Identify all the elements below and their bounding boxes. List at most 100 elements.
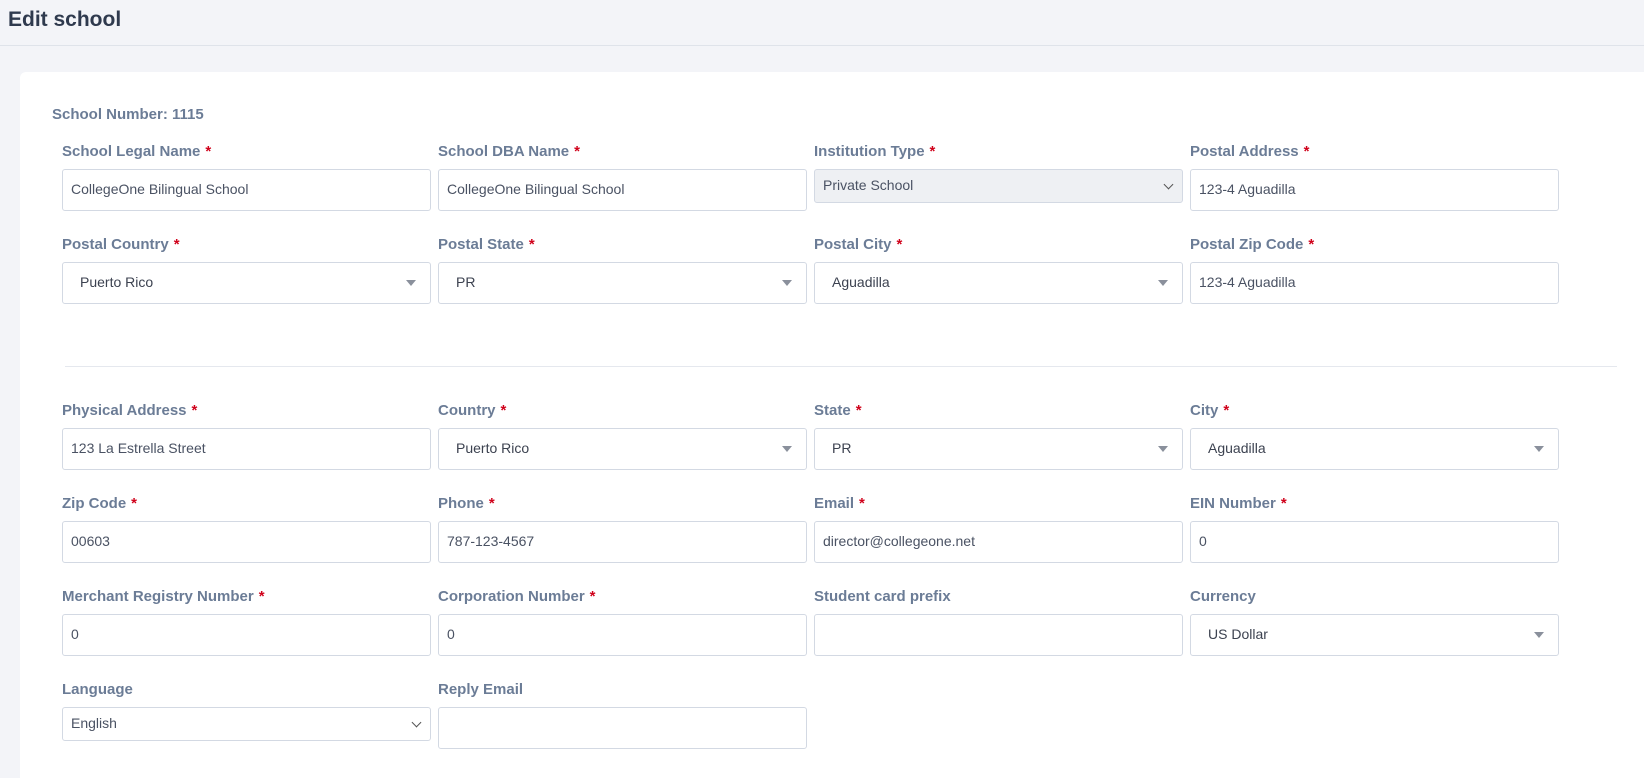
dropdown-arrow-icon[interactable] [1534,632,1544,638]
institution-type-label-text: Institution Type [814,143,925,160]
school-dba-name-label-text: School DBA Name [438,143,570,160]
ein-number-input[interactable]: 0 [1190,521,1559,563]
zip-code-field-group: Zip Code * 00603 [62,494,431,563]
postal-city-dropdown[interactable]: Aguadilla [814,262,1183,304]
zip-code-input[interactable]: 00603 [62,521,431,563]
zip-code-label-text: Zip Code [62,495,127,512]
postal-address-label: Postal Address * [1190,142,1559,162]
required-asterisk: * [500,402,507,419]
state-dropdown[interactable]: PR [814,428,1183,470]
postal-address-value: 123-4 Aguadilla [1199,181,1296,197]
school-dba-name-field-group: School DBA Name * CollegeOne Bilingual Sch… [438,142,807,211]
postal-country-field-group: Postal Country * Puerto Rico [62,235,431,304]
postal-state-value: PR [456,274,476,290]
city-field-group: City * Aguadilla [1190,401,1559,470]
chevron-down-icon [411,717,422,728]
currency-value: US Dollar [1208,626,1268,642]
reply-email-label-text: Reply Email [438,681,524,698]
chevron-down-icon [1163,179,1174,190]
postal-city-value: Aguadilla [832,274,890,290]
required-asterisk: * [528,236,535,253]
state-value: PR [832,440,852,456]
student-card-prefix-label-text: Student card prefix [814,588,951,605]
required-asterisk: * [855,402,862,419]
language-label: Language [62,680,431,700]
state-label: State * [814,401,1183,421]
ein-number-value: 0 [1199,533,1207,549]
language-select[interactable]: English [62,707,431,741]
dropdown-arrow-icon[interactable] [406,280,416,286]
state-label-text: State [814,402,851,419]
merchant-registry-number-value: 0 [71,626,79,642]
school-dba-name-value: CollegeOne Bilingual School [447,181,625,197]
postal-state-dropdown[interactable]: PR [438,262,807,304]
language-value: English [71,715,117,731]
dropdown-arrow-icon[interactable] [1534,446,1544,452]
reply-email-input[interactable] [438,707,807,749]
postal-city-field-group: Postal City * Aguadilla [814,235,1183,304]
postal-zip-code-value: 123-4 Aguadilla [1199,274,1296,290]
dropdown-arrow-icon[interactable] [1158,280,1168,286]
country-dropdown[interactable]: Puerto Rico [438,428,807,470]
country-label: Country * [438,401,807,421]
city-value: Aguadilla [1208,440,1266,456]
postal-address-input[interactable]: 123-4 Aguadilla [1190,169,1559,211]
email-input[interactable]: director@collegeone.net [814,521,1183,563]
corporation-number-input[interactable]: 0 [438,614,807,656]
institution-type-select: Private School [814,169,1183,203]
required-asterisk: * [173,236,180,253]
required-asterisk: * [1223,402,1230,419]
required-asterisk: * [574,143,580,160]
language-label-text: Language [62,681,133,698]
merchant-registry-number-label: Merchant Registry Number * [62,587,431,607]
email-label-text: Email [814,495,855,512]
school-legal-name-value: CollegeOne Bilingual School [71,181,249,197]
required-asterisk: * [929,143,936,160]
institution-type-value: Private School [823,177,914,193]
phone-input[interactable]: 787-123-4567 [438,521,807,563]
school-dba-name-label: School DBA Name * [438,142,807,162]
required-asterisk: * [258,588,265,605]
zip-code-label: Zip Code * [62,494,431,514]
currency-dropdown[interactable]: US Dollar [1190,614,1559,656]
postal-country-dropdown[interactable]: Puerto Rico [62,262,431,304]
student-card-prefix-field-group: Student card prefix [814,587,1183,656]
physical-address-label-text: Physical Address [62,402,187,419]
ein-number-field-group: EIN Number * 0 [1190,494,1559,563]
required-asterisk: * [1308,236,1315,253]
edit-school-form-card: School Number: 1115 School Legal Name * Co… [20,72,1644,778]
postal-state-field-group: Postal State * PR [438,235,807,304]
institution-type-label: Institution Type * [814,142,1183,162]
page-header: Edit school [0,0,1644,46]
merchant-registry-number-field-group: Merchant Registry Number * 0 [62,587,431,656]
language-field-group: Language English [62,680,431,741]
student-card-prefix-input[interactable] [814,614,1183,656]
required-asterisk: * [1280,495,1287,512]
dropdown-arrow-icon[interactable] [782,446,792,452]
required-asterisk: * [1303,143,1310,160]
corporation-number-label-text: Corporation Number [438,588,585,605]
phone-label-text: Phone [438,495,484,512]
physical-address-value: 123 La Estrella Street [71,440,206,456]
merchant-registry-number-label-text: Merchant Registry Number [62,588,254,605]
school-legal-name-label-text: School Legal Name [62,143,201,160]
merchant-registry-number-input[interactable]: 0 [62,614,431,656]
postal-city-label: Postal City * [814,235,1183,255]
currency-label-text: Currency [1190,588,1256,605]
currency-field-group: Currency US Dollar [1190,587,1559,656]
postal-zip-code-input[interactable]: 123-4 Aguadilla [1190,262,1559,304]
reply-email-field-group: Reply Email [438,680,807,749]
country-value: Puerto Rico [456,440,530,456]
postal-city-label-text: Postal City [814,236,892,253]
dropdown-arrow-icon[interactable] [1158,446,1168,452]
physical-address-input[interactable]: 123 La Estrella Street [62,428,431,470]
currency-label: Currency [1190,587,1559,607]
phone-label: Phone * [438,494,807,514]
physical-address-label: Physical Address * [62,401,431,421]
school-dba-name-input[interactable]: CollegeOne Bilingual School [438,169,807,211]
institution-type-field-group: Institution Type * Private School [814,142,1183,203]
school-legal-name-input[interactable]: CollegeOne Bilingual School [62,169,431,211]
ein-number-label-text: EIN Number [1190,495,1276,512]
dropdown-arrow-icon[interactable] [782,280,792,286]
city-dropdown[interactable]: Aguadilla [1190,428,1559,470]
